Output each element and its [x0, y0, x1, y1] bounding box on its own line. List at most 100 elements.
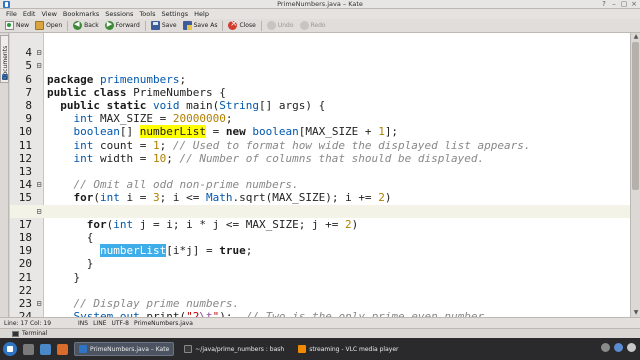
code-line[interactable]: 13 for(int i = 3; i <= Math.sqrt(MAX_SIZ…: [10, 152, 630, 204]
konsole-icon: [184, 345, 193, 353]
code-line[interactable]: 12 // Omit all odd non-prime numbers.: [10, 139, 630, 191]
menu-view[interactable]: View: [38, 9, 59, 19]
code-line[interactable]: 4 package primenumbers;: [10, 33, 630, 85]
code-line[interactable]: 24 ⊟ {: [10, 297, 630, 317]
menu-sessions[interactable]: Sessions: [102, 9, 136, 19]
menu-bookmarks[interactable]: Bookmarks: [60, 9, 102, 19]
fold-marker-icon[interactable]: ⊟: [35, 297, 43, 310]
help-window-button[interactable]: ?: [600, 0, 608, 9]
save-as-button[interactable]: Save As: [180, 20, 221, 32]
redo-button[interactable]: Redo: [297, 20, 329, 32]
close-document-button[interactable]: Close: [225, 19, 258, 32]
browser-icon[interactable]: [57, 343, 68, 355]
notifications-icon[interactable]: [627, 343, 636, 352]
code-line[interactable]: 15 ⊟ for(int j = i; i * j <= MAX_SIZE; j…: [10, 178, 630, 231]
new-button-label: New: [16, 22, 30, 29]
menu-file[interactable]: File: [3, 9, 20, 19]
window-title: PrimeNumbers.java – Kate: [277, 0, 363, 8]
task-terminal[interactable]: ~/java/prime_numbers : bash: [180, 342, 288, 356]
show-desktop-icon[interactable]: [23, 343, 34, 355]
task-vlc-label: streaming - VLC media player: [309, 345, 399, 353]
code-line[interactable]: 8 boolean[] numberList = new boolean[MAX…: [10, 86, 630, 139]
fold-marker-icon[interactable]: ⊟: [35, 178, 43, 191]
menubar: File Edit View Bookmarks Sessions Tools …: [0, 9, 640, 19]
menu-edit[interactable]: Edit: [20, 9, 39, 19]
volume-icon[interactable]: [601, 343, 610, 352]
new-button[interactable]: New: [2, 20, 32, 32]
code-line[interactable]: 21 // Display prime numbers.: [10, 257, 630, 310]
minimize-button[interactable]: –: [610, 0, 618, 9]
toolbar-separator: [222, 20, 224, 31]
system-tray: [601, 343, 636, 352]
save-as-icon: [182, 21, 192, 30]
file-manager-icon[interactable]: [40, 343, 51, 355]
application-launcher-icon[interactable]: [3, 342, 17, 356]
menu-help[interactable]: Help: [191, 9, 212, 19]
code-line-current[interactable]: 17 ⊟ numberList[i*j] = true;: [10, 204, 630, 258]
terminal-toolview-button[interactable]: Terminal: [0, 330, 47, 337]
menu-settings[interactable]: Settings: [158, 9, 191, 19]
insert-mode[interactable]: INS: [78, 320, 88, 327]
code-line[interactable]: 23 for(int i = 3; i <= MAX_SIZE; i += 2): [10, 284, 630, 310]
arrow-right-icon: [104, 20, 114, 30]
undo-button[interactable]: Undo: [264, 20, 297, 32]
task-kate-label: PrimeNumbers.java – Kate: [90, 345, 170, 353]
redo-icon: [299, 21, 309, 30]
fold-marker-icon[interactable]: ⊟: [35, 46, 43, 59]
close-button-label: Close: [239, 22, 256, 29]
forward-button-label: Forward: [115, 22, 140, 29]
code-line[interactable]: 5 ⊟ public class PrimeNumbers {: [10, 46, 630, 99]
save-button-label: Save: [161, 22, 177, 29]
open-button-label: Open: [46, 22, 63, 29]
vlc-icon: [298, 345, 307, 353]
documents-tab[interactable]: Documents: [0, 35, 9, 83]
task-terminal-label: ~/java/prime_numbers : bash: [195, 345, 285, 353]
network-icon[interactable]: [614, 343, 623, 352]
code-line-partial[interactable]: // Display number if element was not set…: [10, 310, 630, 317]
code-line[interactable]: 9 int count = 1; // Used to format how w…: [10, 99, 630, 151]
main-toolbar: New Open Back Forward Save Save As Close…: [0, 19, 640, 33]
taskbar: PrimeNumbers.java – Kate ~/java/prime_nu…: [0, 338, 640, 360]
scroll-up-icon[interactable]: ▲: [631, 33, 640, 41]
scrollbar-thumb[interactable]: [632, 42, 639, 190]
selection-mode[interactable]: LINE: [93, 320, 106, 327]
open-button[interactable]: Open: [32, 20, 65, 32]
window-titlebar[interactable]: PrimeNumbers.java – Kate ? – ▢ ×: [0, 0, 640, 9]
status-filename: PrimeNumbers.java: [133, 319, 193, 327]
kate-icon: [79, 345, 87, 353]
terminal-label: Terminal: [22, 330, 48, 337]
toolbar-separator: [260, 20, 262, 31]
back-button-label: Back: [84, 22, 99, 29]
encoding[interactable]: UTF-8: [111, 320, 129, 327]
code-line[interactable]: 18 }: [10, 218, 630, 270]
code-line[interactable]: 19 }: [10, 231, 630, 283]
code-line[interactable]: 10 int width = 10; // Number of columns …: [10, 112, 630, 164]
code-line[interactable]: 11: [10, 125, 630, 152]
save-icon: [150, 21, 160, 30]
code-line[interactable]: 20: [10, 244, 630, 270]
code-line[interactable]: 6 ⊟ public static void main(String[] arg…: [10, 59, 630, 112]
code-editor[interactable]: 4 package primenumbers; 5 ⊟ public class…: [10, 33, 630, 317]
cursor-position: Line: 17 Col: 19: [4, 319, 52, 327]
task-kate[interactable]: PrimeNumbers.java – Kate: [74, 342, 175, 356]
documents-tab-label: Documents: [2, 45, 9, 80]
code-line[interactable]: 7 int MAX_SIZE = 20000000;: [10, 73, 630, 125]
forward-button[interactable]: Forward: [102, 20, 143, 32]
redo-button-label: Redo: [310, 22, 326, 29]
vertical-scrollbar[interactable]: ▲ ▼: [630, 33, 640, 317]
maximize-button[interactable]: ▢: [620, 0, 628, 9]
menu-tools[interactable]: Tools: [136, 9, 158, 19]
fold-marker-icon[interactable]: ⊟: [35, 205, 43, 218]
code-line[interactable]: 16 {: [10, 191, 630, 244]
code-line[interactable]: 14 {: [10, 165, 630, 217]
fold-marker-icon[interactable]: ⊟: [35, 59, 43, 72]
close-window-button[interactable]: ×: [630, 0, 638, 9]
toolbar-separator: [67, 20, 69, 31]
save-button[interactable]: Save: [148, 20, 180, 32]
scroll-down-icon[interactable]: ▼: [631, 309, 640, 317]
back-button[interactable]: Back: [70, 20, 102, 32]
code-line[interactable]: 22 System.out.print("2\t"); // Two is th…: [10, 271, 630, 317]
terminal-icon: [12, 330, 19, 337]
task-vlc[interactable]: streaming - VLC media player: [294, 342, 402, 356]
bottom-toolview-bar: Terminal: [0, 328, 640, 338]
